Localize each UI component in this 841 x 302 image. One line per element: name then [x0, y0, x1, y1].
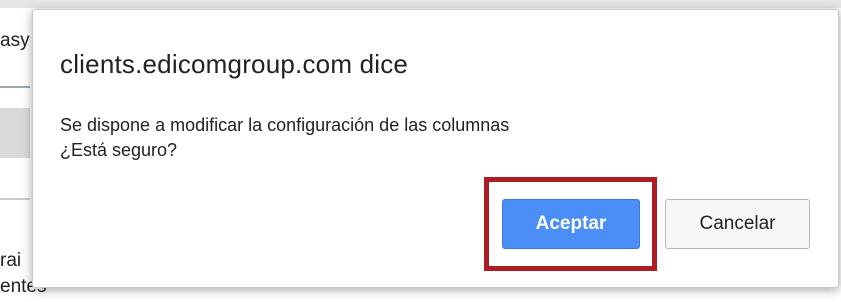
- background-text-fragment: rai: [0, 250, 22, 271]
- dialog-title: clients.edicomgroup.com dice: [60, 49, 409, 79]
- dialog-message: Se dispone a modificar la configuración …: [60, 113, 509, 163]
- background-toolbar-band: [0, 108, 30, 158]
- background-divider: [0, 198, 30, 200]
- cancel-button[interactable]: Cancelar: [665, 199, 810, 249]
- background-text-fragment: asy: [0, 30, 30, 51]
- confirm-dialog: clients.edicomgroup.com dice Se dispone …: [32, 9, 839, 288]
- background-divider: [0, 86, 30, 88]
- accept-button[interactable]: Aceptar: [502, 199, 640, 249]
- dialog-message-line: ¿Está seguro?: [60, 140, 178, 160]
- background-top-strip: [0, 0, 841, 8]
- dialog-message-line: Se dispone a modificar la configuración …: [60, 115, 510, 135]
